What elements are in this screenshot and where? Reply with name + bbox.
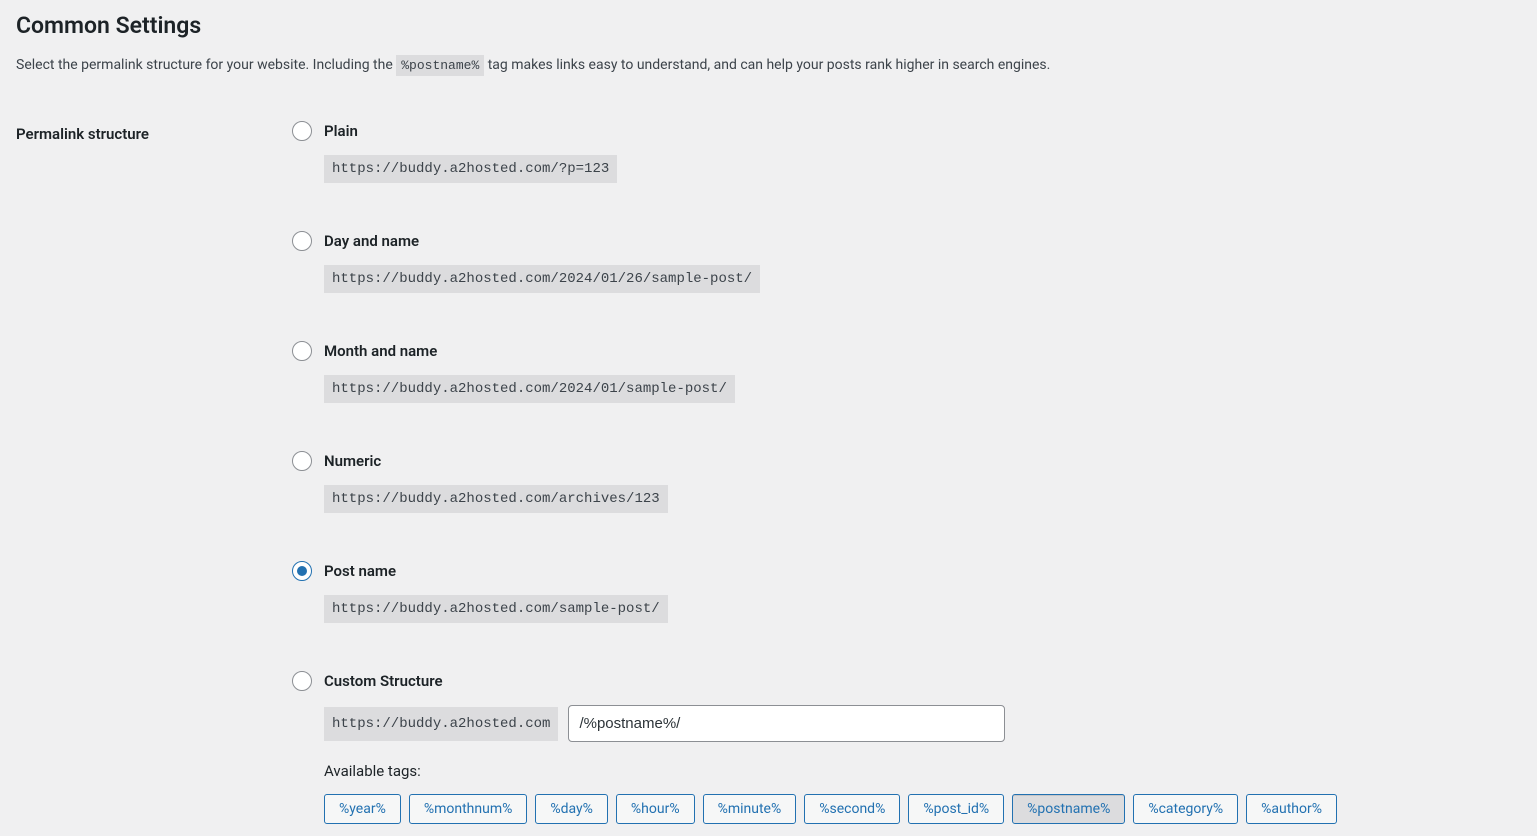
tag-button[interactable]: %author% xyxy=(1246,794,1337,824)
option-numeric: Numeric https://buddy.a2hosted.com/archi… xyxy=(292,451,1521,513)
tag-button[interactable]: %day% xyxy=(535,794,608,824)
tag-button[interactable]: %hour% xyxy=(616,794,695,824)
option-day-name-label[interactable]: Day and name xyxy=(292,231,1521,251)
tag-button[interactable]: %minute% xyxy=(703,794,797,824)
option-plain-label[interactable]: Plain xyxy=(292,121,1521,141)
description-suffix: tag makes links easy to understand, and … xyxy=(484,57,1050,73)
option-day-name-example: https://buddy.a2hosted.com/2024/01/26/sa… xyxy=(324,265,760,293)
option-day-name: Day and name https://buddy.a2hosted.com/… xyxy=(292,231,1521,293)
option-plain-example: https://buddy.a2hosted.com/?p=123 xyxy=(324,155,617,183)
tag-button[interactable]: %second% xyxy=(804,794,900,824)
option-post-name-radio[interactable] xyxy=(292,561,312,581)
option-month-name-label[interactable]: Month and name xyxy=(292,341,1521,361)
option-month-name-text: Month and name xyxy=(324,342,437,360)
permalink-structure-label: Permalink structure xyxy=(16,121,292,824)
option-month-name: Month and name https://buddy.a2hosted.co… xyxy=(292,341,1521,403)
option-day-name-text: Day and name xyxy=(324,232,419,250)
tag-button[interactable]: %monthnum% xyxy=(409,794,528,824)
tag-button[interactable]: %year% xyxy=(324,794,401,824)
tag-button[interactable]: %postname% xyxy=(1012,794,1125,824)
option-custom: Custom Structure https://buddy.a2hosted.… xyxy=(292,671,1521,824)
option-plain: Plain https://buddy.a2hosted.com/?p=123 xyxy=(292,121,1521,183)
option-month-name-radio[interactable] xyxy=(292,341,312,361)
tags-row: %year% %monthnum%%day% %hour% %minute%%seco… xyxy=(324,794,1521,824)
description-code: %postname% xyxy=(396,55,484,76)
option-month-name-example: https://buddy.a2hosted.com/2024/01/sampl… xyxy=(324,375,735,403)
option-day-name-radio[interactable] xyxy=(292,231,312,251)
option-custom-label[interactable]: Custom Structure xyxy=(292,671,1521,691)
option-numeric-example: https://buddy.a2hosted.com/archives/123 xyxy=(324,485,668,513)
page-heading: Common Settings xyxy=(16,12,1521,39)
option-post-name-label[interactable]: Post name xyxy=(292,561,1521,581)
tag-button[interactable]: %category% xyxy=(1133,794,1238,824)
page-description: Select the permalink structure for your … xyxy=(16,57,1521,73)
option-custom-radio[interactable] xyxy=(292,671,312,691)
option-post-name-example: https://buddy.a2hosted.com/sample-post/ xyxy=(324,595,668,623)
option-custom-text: Custom Structure xyxy=(324,672,443,690)
option-post-name-text: Post name xyxy=(324,562,396,580)
option-plain-radio[interactable] xyxy=(292,121,312,141)
option-plain-text: Plain xyxy=(324,122,358,140)
available-tags-label: Available tags: xyxy=(324,762,1521,780)
option-numeric-radio[interactable] xyxy=(292,451,312,471)
option-numeric-text: Numeric xyxy=(324,452,381,470)
option-custom-base: https://buddy.a2hosted.com xyxy=(324,707,558,741)
option-post-name: Post name https://buddy.a2hosted.com/sam… xyxy=(292,561,1521,623)
tag-button[interactable]: %post_id% xyxy=(908,794,1004,824)
description-prefix: Select the permalink structure for your … xyxy=(16,57,396,73)
option-numeric-label[interactable]: Numeric xyxy=(292,451,1521,471)
custom-structure-input[interactable] xyxy=(568,705,1005,742)
